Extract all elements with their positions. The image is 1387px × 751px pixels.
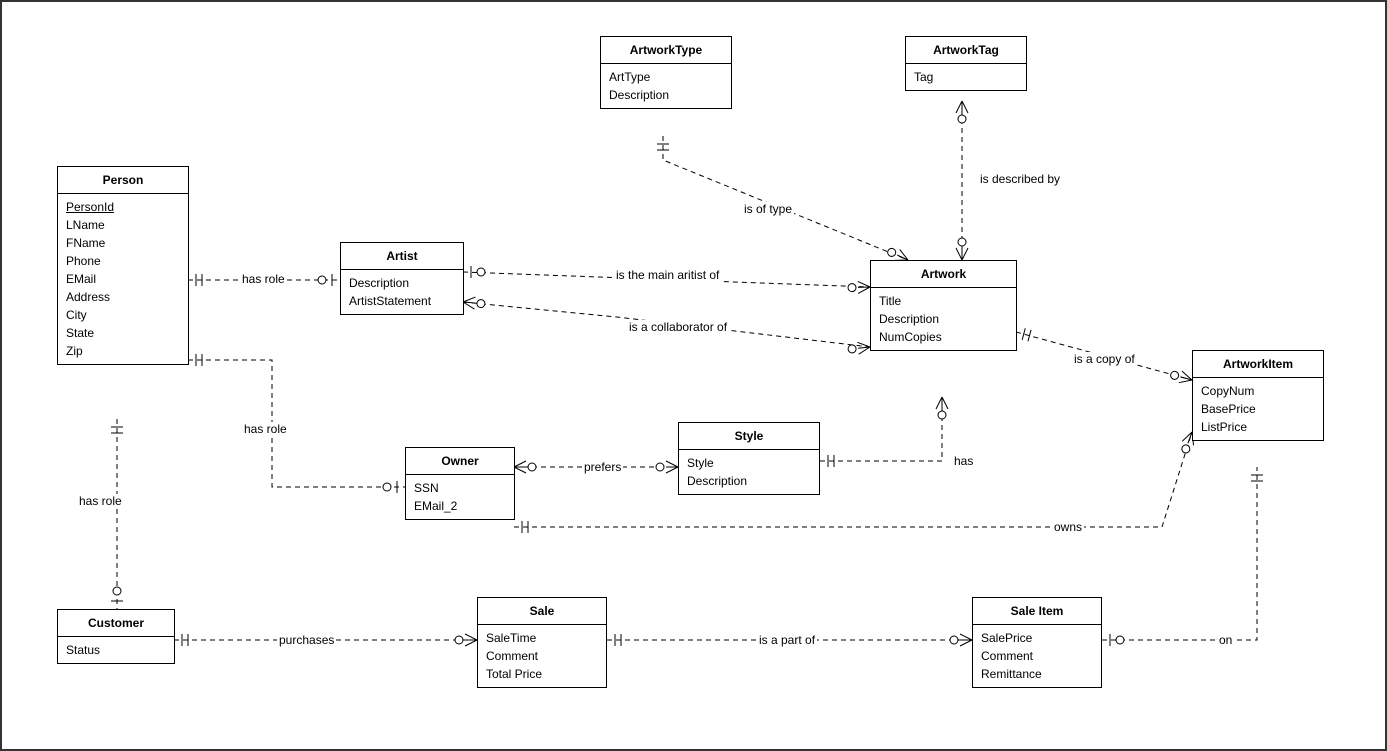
entity-customer: Customer Status bbox=[57, 609, 175, 664]
entity-artworkitem: ArtworkItem CopyNum BasePrice ListPrice bbox=[1192, 350, 1324, 441]
entity-attrs: SalePrice Comment Remittance bbox=[973, 625, 1101, 687]
entity-saleitem: Sale Item SalePrice Comment Remittance bbox=[972, 597, 1102, 688]
er-diagram: Person PersonId LName FName Phone EMail … bbox=[0, 0, 1387, 751]
rel-label: has role bbox=[240, 272, 287, 286]
entity-title: ArtworkTag bbox=[906, 37, 1026, 64]
entity-attrs: Status bbox=[58, 637, 174, 663]
entity-attrs: CopyNum BasePrice ListPrice bbox=[1193, 378, 1323, 440]
rel-label: on bbox=[1217, 633, 1234, 647]
entity-attrs: ArtType Description bbox=[601, 64, 731, 108]
entity-title: Sale bbox=[478, 598, 606, 625]
entity-title: Artwork bbox=[871, 261, 1016, 288]
rel-label: has role bbox=[77, 494, 124, 508]
entity-style: Style Style Description bbox=[678, 422, 820, 495]
entity-artwork: Artwork Title Description NumCopies bbox=[870, 260, 1017, 351]
entity-attrs: Style Description bbox=[679, 450, 819, 494]
rel-label: prefers bbox=[582, 460, 623, 474]
entity-artworktag: ArtworkTag Tag bbox=[905, 36, 1027, 91]
entity-title: Artist bbox=[341, 243, 463, 270]
entity-attrs: Title Description NumCopies bbox=[871, 288, 1016, 350]
entity-title: Customer bbox=[58, 610, 174, 637]
entity-owner: Owner SSN EMail_2 bbox=[405, 447, 515, 520]
entity-attrs: SaleTime Comment Total Price bbox=[478, 625, 606, 687]
rel-label: owns bbox=[1052, 520, 1084, 534]
rel-label: is a copy of bbox=[1072, 352, 1137, 366]
entity-title: Sale Item bbox=[973, 598, 1101, 625]
entity-attrs: Description ArtistStatement bbox=[341, 270, 463, 314]
connectors bbox=[2, 2, 1385, 749]
rel-label: has role bbox=[242, 422, 289, 436]
entity-title: ArtworkItem bbox=[1193, 351, 1323, 378]
rel-label: is the main aritist of bbox=[614, 268, 721, 282]
entity-title: Person bbox=[58, 167, 188, 194]
entity-title: Style bbox=[679, 423, 819, 450]
entity-sale: Sale SaleTime Comment Total Price bbox=[477, 597, 607, 688]
entity-attrs: SSN EMail_2 bbox=[406, 475, 514, 519]
entity-artworktype: ArtworkType ArtType Description bbox=[600, 36, 732, 109]
entity-attrs: Tag bbox=[906, 64, 1026, 90]
entity-title: Owner bbox=[406, 448, 514, 475]
entity-person: Person PersonId LName FName Phone EMail … bbox=[57, 166, 189, 365]
entity-attrs: PersonId LName FName Phone EMail Address… bbox=[58, 194, 188, 364]
rel-label: is a collaborator of bbox=[627, 320, 729, 334]
rel-label: has bbox=[952, 454, 975, 468]
rel-label: purchases bbox=[277, 633, 336, 647]
rel-label: is a part of bbox=[757, 633, 817, 647]
rel-label: is of type bbox=[742, 202, 794, 216]
entity-title: ArtworkType bbox=[601, 37, 731, 64]
entity-artist: Artist Description ArtistStatement bbox=[340, 242, 464, 315]
rel-label: is described by bbox=[978, 172, 1062, 186]
